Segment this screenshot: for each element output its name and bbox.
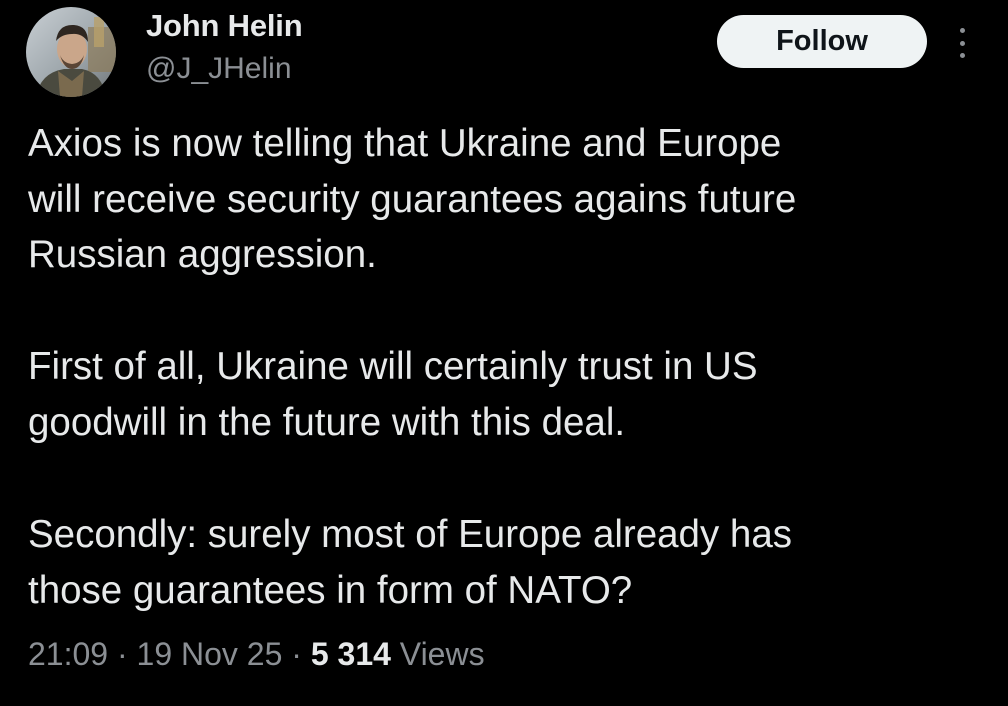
- tweet-meta: 21:09 · 19 Nov 25 · 5 314 Views: [28, 636, 485, 673]
- tweet-paragraph: First of all, Ukraine will certainly tru…: [28, 339, 978, 450]
- more-dot: [959, 40, 965, 46]
- tweet-line: First of all, Ukraine will certainly tru…: [28, 345, 758, 388]
- tweet-date[interactable]: 19 Nov 25: [137, 636, 283, 672]
- tweet-paragraph: Secondly: surely most of Europe already …: [28, 507, 978, 618]
- views-count[interactable]: 5 314: [311, 636, 391, 672]
- tweet-line: those guarantees in form of NATO?: [28, 568, 633, 612]
- author-display-name[interactable]: John Helin: [146, 8, 303, 44]
- follow-button[interactable]: Follow: [717, 15, 927, 68]
- meta-separator: ·: [116, 636, 128, 672]
- tweet-paragraph: Axios is now telling that Ukraine and Eu…: [28, 116, 978, 283]
- more-dot: [959, 28, 965, 33]
- meta-separator: ·: [291, 636, 302, 672]
- tweet-time[interactable]: 21:09: [28, 636, 108, 672]
- more-dot: [959, 53, 965, 58]
- avatar-image: [26, 7, 116, 97]
- tweet-line: Secondly: surely most of Europe already …: [28, 513, 792, 556]
- views-label[interactable]: Views: [400, 636, 485, 672]
- tweet-line: goodwill in the future with this deal.: [28, 400, 626, 444]
- tweet-line: will receive security guarantees agains …: [28, 177, 797, 221]
- tweet-card: John Helin @J_JHelin Follow Axios is now…: [0, 0, 1008, 706]
- more-vertical-icon[interactable]: [952, 28, 972, 58]
- tweet-line: Axios is now telling that Ukraine and Eu…: [28, 122, 782, 165]
- avatar[interactable]: [26, 7, 116, 97]
- author-handle[interactable]: @J_JHelin: [146, 52, 292, 86]
- tweet-line: Russian aggression.: [28, 233, 377, 276]
